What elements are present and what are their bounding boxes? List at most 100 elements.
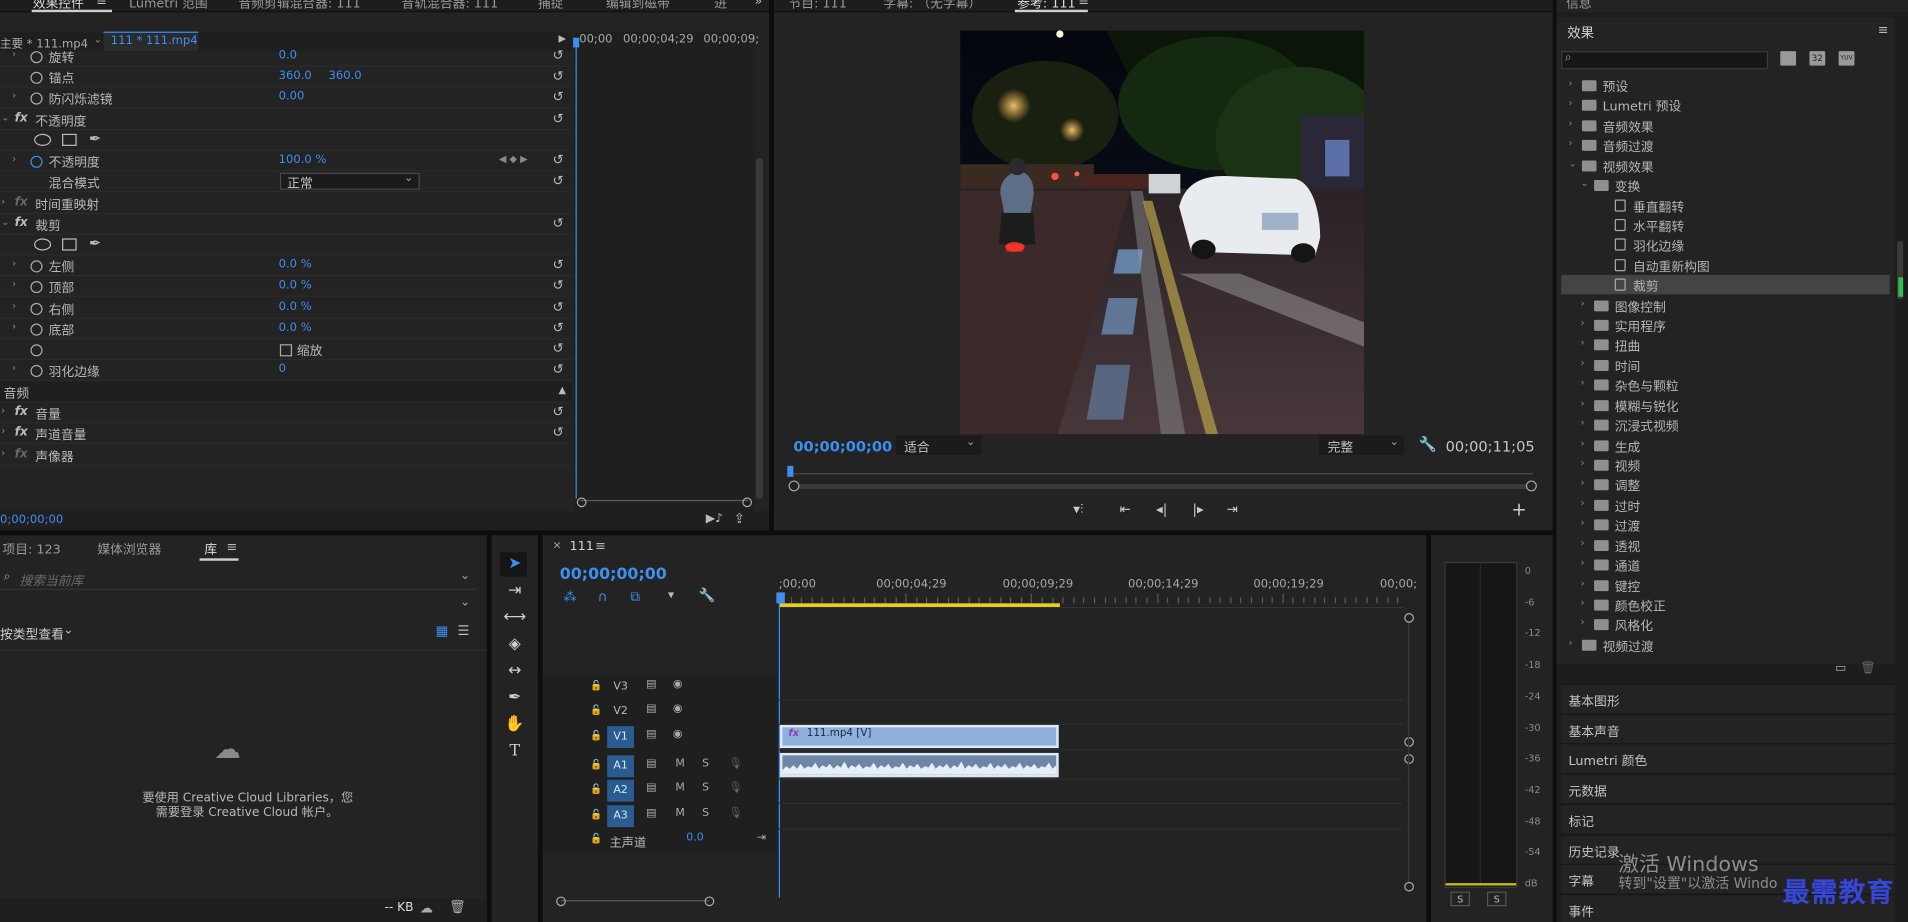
wrench-icon[interactable]: 🔧 <box>698 588 715 604</box>
effects-item[interactable]: 裁剪 <box>1561 275 1890 295</box>
stopwatch-icon[interactable] <box>30 155 43 168</box>
trash-icon[interactable]: 🗑 <box>1861 662 1876 675</box>
anchor-x-value[interactable]: 360.0 <box>279 69 312 82</box>
new-bin-icon[interactable]: ▭ <box>1835 662 1847 675</box>
hamburger-icon[interactable]: ≡ <box>96 0 107 9</box>
hamburger-icon[interactable]: ≡ <box>1878 23 1889 38</box>
reset-icon[interactable]: ↺ <box>552 89 563 105</box>
effects-folder[interactable]: › 扭曲 <box>1561 335 1890 354</box>
zoom-handle-left[interactable] <box>556 896 566 907</box>
solo-right-button[interactable]: S <box>1486 891 1507 907</box>
effects-folder[interactable]: › 预设 <box>1561 75 1890 95</box>
solo-button[interactable]: S <box>702 782 709 794</box>
timeline-timecode[interactable]: 00;00;00;00 <box>560 566 667 584</box>
chevron-right-icon[interactable]: › <box>1581 477 1585 488</box>
zoom-handle-right[interactable] <box>742 497 753 508</box>
side-panel-item[interactable]: 元数据 <box>1561 773 1895 803</box>
slip-tool-icon[interactable]: ↔ <box>503 659 527 683</box>
row-panner[interactable]: › fx 声像器 <box>0 445 572 466</box>
zoom-handle-right[interactable] <box>1525 480 1537 492</box>
solo-left-button[interactable]: S <box>1450 891 1470 907</box>
chevron-down-icon[interactable]: ⌄ <box>63 624 73 637</box>
pen-mask-icon[interactable]: ✒ <box>89 235 101 252</box>
reset-icon[interactable]: ↺ <box>552 111 563 127</box>
chevron-right-icon[interactable]: › <box>1581 377 1585 388</box>
row-volume[interactable]: › fx 音量 ↺ <box>0 403 572 424</box>
stopwatch-icon[interactable] <box>30 302 43 316</box>
effects-folder[interactable]: ⌄ 视频效果 <box>1561 155 1890 175</box>
32bit-effects-icon[interactable]: 32 <box>1809 51 1826 66</box>
tab-lumetri-scopes[interactable]: Lumetri 范围 <box>129 0 208 12</box>
expand-chevron-icon[interactable]: › <box>1 448 5 459</box>
tab-audio-track-mixer[interactable]: 音轨混合器: 111 <box>402 0 499 12</box>
timeline-v-scroll-bottom[interactable] <box>1404 881 1414 892</box>
row-channel-volume[interactable]: › fx 声道音量 ↺ <box>0 423 572 444</box>
effects-item[interactable]: 自动重新构图 <box>1561 255 1890 275</box>
go-to-out-icon[interactable]: ⇥ <box>1227 501 1238 517</box>
stopwatch-icon[interactable] <box>30 71 43 84</box>
expand-chevron-icon[interactable]: › <box>12 258 16 269</box>
sync-lock-icon[interactable]: ▤ <box>646 703 656 715</box>
effects-folder[interactable]: › 风格化 <box>1561 615 1890 634</box>
sync-lock-icon[interactable]: ▤ <box>646 808 656 820</box>
side-panel-item[interactable]: 基本图形 <box>1561 683 1895 713</box>
tab-audio-clip-mixer[interactable]: 音频剪辑混合器: 111 <box>239 0 361 12</box>
effects-folder[interactable]: › 调整 <box>1561 475 1890 494</box>
reset-icon[interactable]: ↺ <box>552 47 563 63</box>
effects-item[interactable]: 羽化边缘 <box>1561 235 1890 255</box>
mute-button[interactable]: M <box>675 758 684 770</box>
sync-lock-icon[interactable]: ▤ <box>646 679 656 691</box>
hamburger-icon[interactable]: ≡ <box>595 539 606 554</box>
reset-icon[interactable]: ↺ <box>552 215 563 231</box>
track-target-toggle[interactable]: V2 <box>607 701 634 723</box>
chevron-down-icon[interactable]: ⌄ <box>460 596 470 609</box>
stopwatch-icon[interactable] <box>30 92 43 105</box>
razor-tool-icon[interactable]: ◈ <box>503 633 527 657</box>
expand-chevron-icon[interactable]: › <box>12 362 16 373</box>
chevron-right-icon[interactable]: › <box>1581 318 1585 329</box>
program-zoom-bar[interactable] <box>793 484 1531 489</box>
tab-media-browser[interactable]: 媒体浏览器 <box>97 540 161 558</box>
nest-icon[interactable]: ⁂ <box>563 589 576 605</box>
add-marker-icon[interactable]: ▾ <box>668 589 674 602</box>
stopwatch-icon[interactable] <box>30 323 43 336</box>
chevron-right-icon[interactable]: › <box>1581 517 1585 528</box>
effects-folder[interactable]: › 图像控制 <box>1561 295 1890 315</box>
go-to-end-icon[interactable]: ⇥ <box>757 832 766 844</box>
tab-program[interactable]: 节目: 111 <box>789 0 847 12</box>
ec-playhead[interactable] <box>575 40 577 499</box>
effects-folder[interactable]: › 视频 <box>1561 455 1890 474</box>
step-back-icon[interactable]: ◂| <box>1156 501 1167 517</box>
zoom-handle-left[interactable] <box>576 497 587 508</box>
row-crop-group[interactable]: ⌄ fx 裁剪 ↺ <box>0 214 572 235</box>
effects-folder[interactable]: › 生成 <box>1561 435 1890 454</box>
reset-icon[interactable]: ↺ <box>552 68 563 84</box>
effects-folder[interactable]: › 通道 <box>1561 555 1890 574</box>
microphone-icon[interactable]: 🎙 <box>729 782 743 794</box>
crop-feather-value[interactable]: 0 <box>279 362 286 375</box>
effects-folder[interactable]: › 视频过渡 <box>1561 635 1890 654</box>
chevron-right-icon[interactable]: › <box>1581 497 1585 508</box>
lock-icon[interactable]: 🔓 <box>590 704 602 715</box>
chevron-right-icon[interactable]: › <box>1581 337 1585 348</box>
lock-icon[interactable]: 🔓 <box>590 759 602 770</box>
lock-icon[interactable]: 🔓 <box>590 783 602 794</box>
program-timecode[interactable]: 00;00;00;00 <box>793 438 892 455</box>
chevron-right-icon[interactable]: › <box>1581 357 1585 368</box>
close-sequence-icon[interactable]: × <box>552 540 561 552</box>
lock-icon[interactable]: 🔓 <box>590 730 602 741</box>
reset-icon[interactable]: ↺ <box>552 277 563 293</box>
microphone-icon[interactable]: 🎙 <box>729 808 743 820</box>
chevron-right-icon[interactable]: › <box>1581 298 1585 309</box>
crop-top-value[interactable]: 0.0 % <box>279 279 312 292</box>
rotation-value[interactable]: 0.0 <box>279 49 297 62</box>
fx-badge-icon[interactable]: fx <box>15 112 28 125</box>
side-panel-item[interactable]: Lumetri 颜色 <box>1561 743 1895 773</box>
stopwatch-icon[interactable] <box>30 364 43 378</box>
effects-folder[interactable]: › 模糊与锐化 <box>1561 395 1890 414</box>
expand-chevron-icon[interactable]: › <box>1 426 5 437</box>
effects-item[interactable]: 垂直翻转 <box>1561 195 1890 215</box>
work-area-bar[interactable] <box>779 603 1060 607</box>
reset-icon[interactable]: ↺ <box>552 404 563 420</box>
effects-folder[interactable]: › 时间 <box>1561 355 1890 374</box>
